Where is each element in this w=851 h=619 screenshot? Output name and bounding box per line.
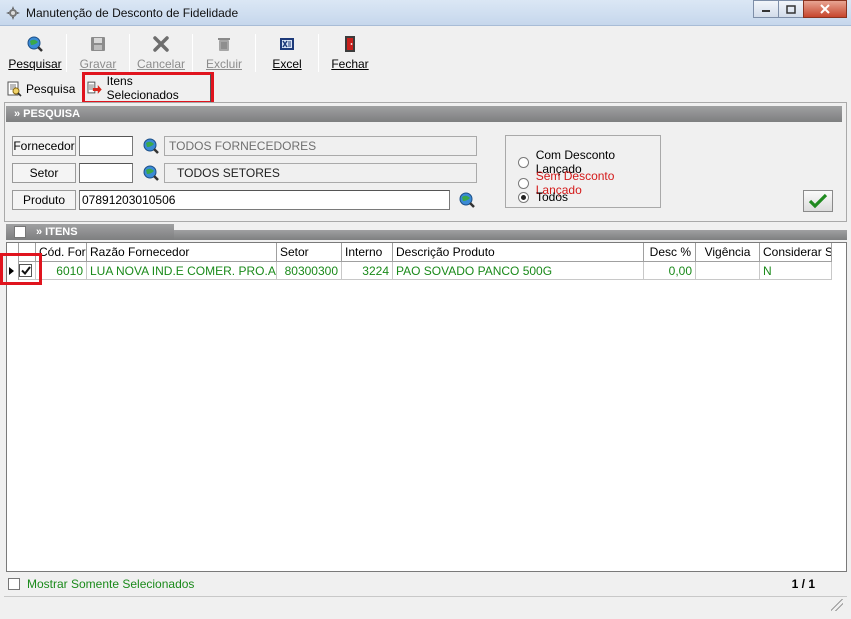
checkmark-icon: [20, 266, 31, 275]
items-grid: Cód. Forn Razão Fornecedor Setor Interno…: [6, 242, 847, 572]
cell-vigencia[interactable]: [696, 262, 760, 280]
col-descricao[interactable]: Descrição Produto: [393, 243, 644, 262]
close-icon: [820, 4, 830, 14]
status-bar: [4, 596, 847, 615]
gravar-button[interactable]: Gravar: [67, 30, 129, 74]
minimize-button[interactable]: [753, 0, 779, 18]
setor-search-icon[interactable]: [142, 164, 160, 182]
pesquisar-label: Pesquisar: [8, 57, 62, 71]
delete-icon: [218, 38, 230, 51]
fornecedor-name-field: TODOS FORNECEDORES: [164, 136, 477, 156]
col-cod-forn[interactable]: Cód. Forn: [36, 243, 87, 262]
confirm-button[interactable]: [803, 190, 833, 212]
arrow-list-icon: [87, 81, 102, 94]
setor-name-field: TODOS SETORES: [164, 163, 477, 183]
window-title: Manutenção de Desconto de Fidelidade: [26, 6, 239, 20]
col-setor[interactable]: Setor: [277, 243, 342, 262]
col-interno[interactable]: Interno: [342, 243, 393, 262]
page-indicator: 1 / 1: [791, 577, 815, 591]
maximize-button[interactable]: [778, 0, 804, 18]
items-header-label: » ITENS: [36, 226, 78, 238]
document-search-icon: [7, 81, 22, 97]
search-section-header: » PESQUISA: [6, 106, 842, 122]
tab-itens-selecionados[interactable]: Itens Selecionados: [82, 72, 214, 104]
tab-pesquisa[interactable]: Pesquisa: [6, 78, 78, 100]
excluir-button[interactable]: Excluir: [193, 30, 255, 74]
toolbar: Pesquisar Gravar Cancelar Excluir Excel …: [4, 30, 381, 74]
cell-considerar-st[interactable]: N: [760, 262, 832, 280]
title-bar: Manutenção de Desconto de Fidelidade: [0, 0, 851, 26]
cancelar-label: Cancelar: [136, 57, 186, 71]
setor-code-input[interactable]: [79, 163, 133, 183]
minimize-icon: [762, 10, 770, 12]
produto-search-icon[interactable]: [458, 191, 476, 209]
close-button[interactable]: [803, 0, 847, 18]
gravar-label: Gravar: [79, 57, 117, 71]
tab-itens-label: Itens Selecionados: [106, 74, 179, 102]
radio-com-desconto-dot: [518, 156, 529, 168]
produto-input[interactable]: 07891203010506: [79, 190, 450, 210]
fechar-label: Fechar: [331, 57, 369, 71]
excel-button[interactable]: Excel: [256, 30, 318, 74]
resize-grip-icon[interactable]: [831, 599, 843, 611]
radio-sem-desconto-dot: [518, 177, 529, 189]
exit-door-icon: [345, 36, 355, 52]
tab-pesquisa-label: Pesquisa: [26, 82, 76, 96]
fornecedor-label: Fornecedor: [12, 136, 76, 156]
fornecedor-code-input[interactable]: [79, 136, 133, 156]
produto-label: Produto: [12, 190, 76, 210]
discount-filter-group: Com Desconto Lançado Sem Desconto Lançad…: [505, 135, 661, 208]
col-considerar-st[interactable]: Considerar ST: [760, 243, 832, 262]
col-desc-pct[interactable]: Desc %: [644, 243, 696, 262]
app-icon: [6, 6, 20, 20]
select-all-checkbox[interactable]: [14, 226, 26, 238]
col-vigencia[interactable]: Vigência: [696, 243, 760, 262]
cell-cod-forn[interactable]: 6010: [36, 262, 87, 280]
cancelar-button[interactable]: Cancelar: [130, 30, 192, 74]
search-globe-icon: [27, 36, 43, 52]
fechar-button[interactable]: Fechar: [319, 30, 381, 74]
check-icon: [808, 193, 828, 209]
radio-todos-label: Todos: [536, 190, 569, 204]
excel-icon: [280, 38, 294, 50]
radio-todos-dot: [518, 191, 529, 203]
radio-todos[interactable]: Todos: [518, 190, 568, 204]
cell-desc-pct[interactable]: 0,00: [644, 262, 696, 280]
save-icon: [91, 37, 105, 51]
fornecedor-search-icon[interactable]: [142, 137, 160, 155]
mostrar-selecionados-label: Mostrar Somente Selecionados: [27, 577, 195, 591]
pesquisar-button[interactable]: Pesquisar: [4, 30, 66, 74]
cell-descricao[interactable]: PAO SOVADO PANCO 500G: [393, 262, 644, 280]
cell-razao[interactable]: LUA NOVA IND.E COMER. PRO.ALIM.: [87, 262, 277, 280]
cancel-x-icon: [153, 36, 169, 52]
cell-interno[interactable]: 3224: [342, 262, 393, 280]
items-section-header: » ITENS: [6, 224, 174, 240]
excluir-label: Excluir: [205, 57, 242, 71]
row-select-checkbox[interactable]: [19, 264, 32, 277]
setor-label: Setor: [12, 163, 76, 183]
mostrar-selecionados-checkbox[interactable]: [8, 578, 20, 590]
footer: Mostrar Somente Selecionados 1 / 1: [6, 574, 847, 594]
maximize-icon: [786, 4, 796, 14]
excel-label: Excel: [272, 57, 302, 71]
col-razao[interactable]: Razão Fornecedor: [87, 243, 277, 262]
cell-setor[interactable]: 80300300: [277, 262, 342, 280]
